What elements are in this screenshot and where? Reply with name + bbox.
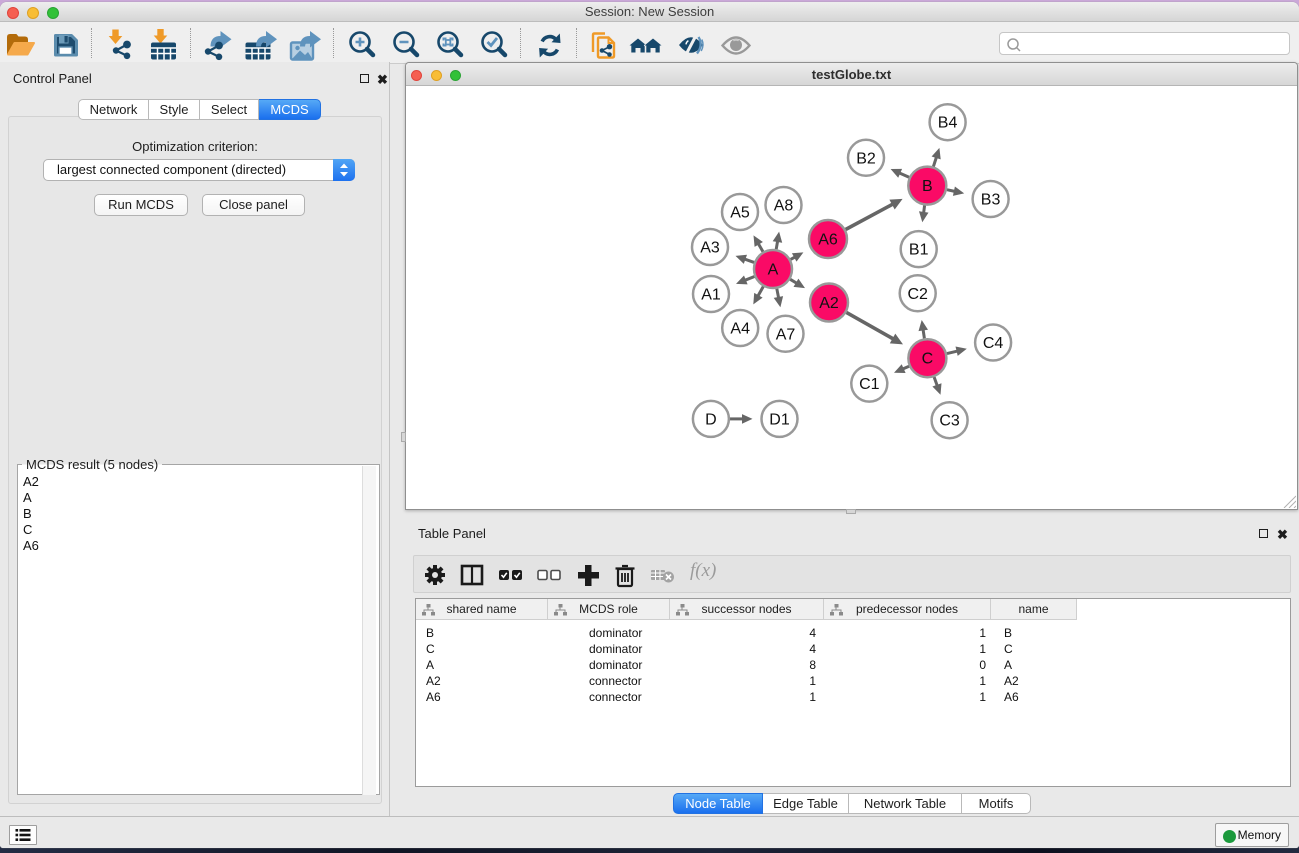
svg-text:C: C <box>922 351 934 368</box>
svg-text:C1: C1 <box>859 376 880 393</box>
svg-text:B3: B3 <box>981 192 1001 209</box>
svg-text:A: A <box>768 262 779 279</box>
svg-text:C4: C4 <box>983 335 1004 352</box>
svg-text:A5: A5 <box>730 205 750 222</box>
svg-text:A2: A2 <box>819 295 839 312</box>
svg-text:A3: A3 <box>700 240 720 257</box>
svg-text:A4: A4 <box>730 321 750 338</box>
svg-text:B1: B1 <box>909 242 929 259</box>
svg-text:A6: A6 <box>818 232 838 249</box>
svg-text:D: D <box>705 411 717 428</box>
svg-text:C2: C2 <box>907 286 928 303</box>
svg-text:B2: B2 <box>856 150 876 167</box>
svg-text:B4: B4 <box>938 115 958 132</box>
svg-text:C3: C3 <box>939 413 960 430</box>
svg-text:D1: D1 <box>769 411 790 428</box>
svg-text:B: B <box>922 178 933 195</box>
svg-text:A7: A7 <box>776 326 796 343</box>
svg-text:A1: A1 <box>701 287 721 304</box>
svg-text:A8: A8 <box>774 198 794 215</box>
